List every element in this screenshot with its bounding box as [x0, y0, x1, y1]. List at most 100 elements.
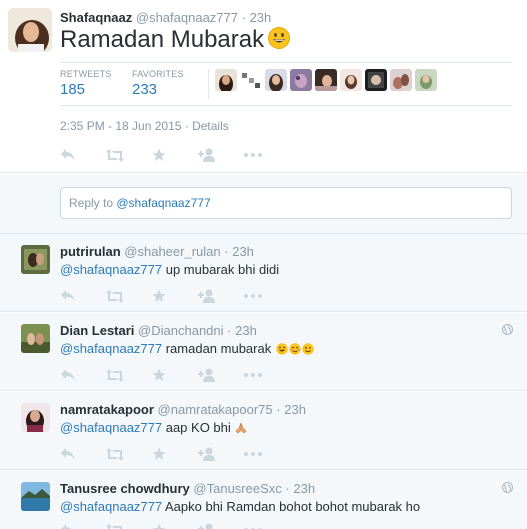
reply-tweet[interactable]: Dian Lestari @Dianchandni · 23h @shafaqn…	[0, 313, 527, 391]
avatar[interactable]	[415, 69, 437, 91]
reply-icon	[61, 290, 75, 302]
favorite-button[interactable]	[152, 521, 198, 529]
favoriter-avatars	[215, 69, 437, 97]
avatar[interactable]	[21, 482, 50, 511]
tweet-time[interactable]: 23h	[235, 323, 257, 338]
separator: ·	[227, 323, 232, 338]
tweet-time[interactable]: 23h	[284, 402, 306, 417]
tweet-text: Ramadan Mubarak	[60, 26, 291, 54]
tweet-timestamp[interactable]: 2:35 PM - 18 Jun 2015 · Details	[60, 119, 229, 133]
reply-input[interactable]: Reply to @shafaqnaaz777	[60, 187, 512, 219]
retweet-icon	[106, 148, 124, 162]
follow-button[interactable]	[198, 287, 244, 305]
favorite-button[interactable]	[152, 146, 198, 164]
avatar[interactable]	[21, 403, 50, 432]
retweet-icon	[106, 368, 124, 382]
retweet-button[interactable]	[106, 445, 152, 463]
retweets-count: 185	[60, 81, 86, 98]
mention-link[interactable]: @shafaqnaaz777	[60, 499, 162, 514]
avatar[interactable]	[240, 69, 262, 91]
reply-text: @shafaqnaaz777 aap KO bhi	[60, 420, 247, 435]
retweet-button[interactable]	[106, 366, 152, 384]
more-icon	[244, 452, 262, 456]
follow-button[interactable]	[198, 445, 244, 463]
grinning-icon	[276, 343, 288, 355]
tweet-time[interactable]: 23h	[250, 10, 272, 25]
tweet-time[interactable]: 23h	[293, 481, 315, 496]
mention-link[interactable]: @shafaqnaaz777	[60, 420, 162, 435]
wink-icon	[302, 343, 314, 355]
avatar[interactable]	[8, 8, 52, 52]
favorite-star-icon	[152, 289, 166, 302]
follow-button[interactable]	[198, 366, 244, 384]
author-fullname[interactable]: putrirulan	[60, 244, 121, 259]
author-handle[interactable]: @Dianchandni	[138, 323, 223, 338]
reply-tweet[interactable]: Tanusree chowdhury @TanusreeSxc · 23h @s…	[0, 471, 527, 529]
more-icon	[244, 294, 262, 298]
reply-button[interactable]	[60, 287, 106, 305]
reply-tweet[interactable]: putrirulan @shaheer_rulan · 23h @shafaqn…	[0, 234, 527, 312]
favorite-button[interactable]	[152, 445, 198, 463]
reply-area: Reply to @shafaqnaaz777	[0, 174, 527, 234]
author-fullname[interactable]: Shafaqnaaz	[60, 10, 132, 25]
reply-icon	[61, 448, 75, 460]
avatar[interactable]	[215, 69, 237, 91]
avatar[interactable]	[21, 324, 50, 353]
reply-button[interactable]	[60, 146, 106, 164]
retweets-label: RETWEETS	[60, 69, 112, 79]
follow-icon	[198, 148, 215, 162]
blush-icon	[289, 343, 301, 355]
tweet-time[interactable]: 23h	[232, 244, 254, 259]
favorite-button[interactable]	[152, 366, 198, 384]
reply-text-content: up mubarak bhi didi	[162, 262, 280, 277]
reply-button[interactable]	[60, 366, 106, 384]
tweet-text-content: Ramadan Mubarak	[60, 26, 265, 53]
follow-button[interactable]	[198, 521, 244, 529]
retweet-button[interactable]	[106, 521, 152, 529]
more-button[interactable]	[244, 521, 290, 529]
avatar[interactable]	[21, 245, 50, 274]
reply-button[interactable]	[60, 445, 106, 463]
mention-link[interactable]: @shafaqnaaz777	[60, 341, 162, 356]
retweet-button[interactable]	[106, 287, 152, 305]
avatar[interactable]	[290, 69, 312, 91]
favorites-stat[interactable]: FAVORITES 233	[132, 69, 184, 98]
avatar[interactable]	[390, 69, 412, 91]
more-button[interactable]	[244, 445, 290, 463]
avatar[interactable]	[315, 69, 337, 91]
retweet-icon	[106, 523, 122, 529]
author-handle[interactable]: @shaheer_rulan	[124, 244, 220, 259]
separator: ·	[276, 402, 281, 417]
more-button[interactable]	[244, 146, 290, 164]
reply-icon	[61, 149, 75, 161]
reply-text: @shafaqnaaz777 Aapko bhi Ramdan bohot bo…	[60, 499, 420, 514]
reply-header: Dian Lestari @Dianchandni · 23h	[60, 323, 257, 338]
more-button[interactable]	[244, 366, 290, 384]
follow-icon	[198, 289, 215, 303]
reply-header: Tanusree chowdhury @TanusreeSxc · 23h	[60, 481, 315, 496]
reply-tweet[interactable]: namratakapoor @namratakapoor75 · 23h @sh…	[0, 392, 527, 470]
follow-button[interactable]	[198, 146, 244, 164]
avatar[interactable]	[340, 69, 362, 91]
tweet-actions	[60, 366, 290, 384]
author-fullname[interactable]: Dian Lestari	[60, 323, 134, 338]
tweet-actions	[60, 146, 290, 164]
reply-text: @shafaqnaaz777 ramadan mubarak	[60, 341, 314, 356]
avatar[interactable]	[265, 69, 287, 91]
author-handle[interactable]: @namratakapoor75	[158, 402, 273, 417]
favorite-button[interactable]	[152, 287, 198, 305]
retweets-stat[interactable]: RETWEETS 185	[60, 69, 112, 98]
reply-button[interactable]	[60, 521, 106, 529]
separator: ·	[241, 10, 246, 25]
folded-hands-icon	[235, 422, 247, 434]
author-handle[interactable]: @TanusreeSxc	[193, 481, 281, 496]
author-handle[interactable]: @shafaqnaaz777	[136, 10, 238, 25]
avatar[interactable]	[365, 69, 387, 91]
retweet-button[interactable]	[106, 146, 152, 164]
author-fullname[interactable]: Tanusree chowdhury	[60, 481, 190, 496]
reply-icon	[61, 369, 75, 381]
more-button[interactable]	[244, 287, 290, 305]
globe-icon	[502, 324, 513, 335]
author-fullname[interactable]: namratakapoor	[60, 402, 154, 417]
mention-link[interactable]: @shafaqnaaz777	[60, 262, 162, 277]
